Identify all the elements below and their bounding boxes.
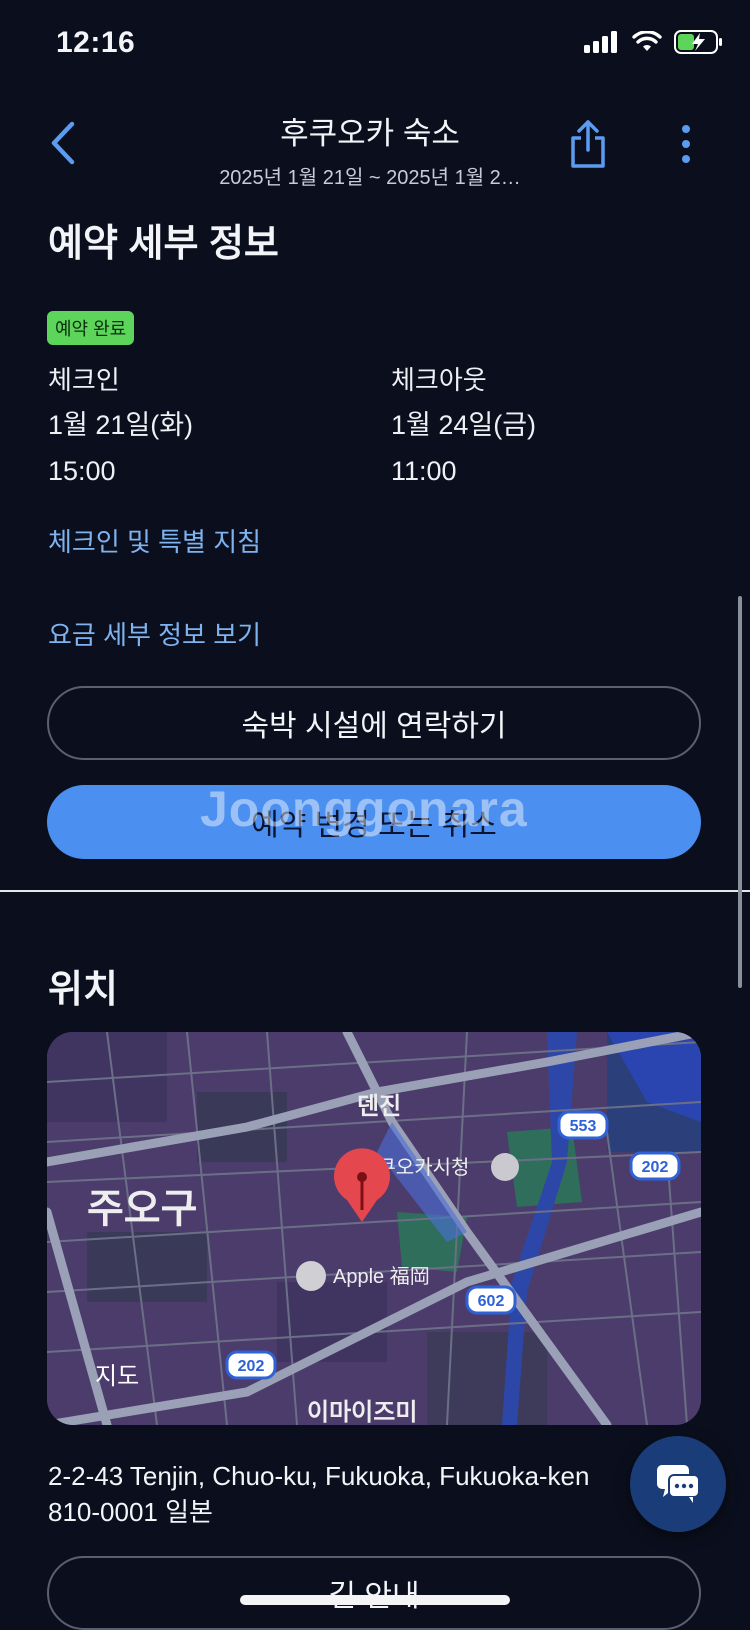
battery-charging-icon	[674, 30, 722, 54]
status-icons	[584, 30, 724, 54]
page-title: 후쿠오카 숙소	[280, 116, 460, 151]
map-label-tenjin: 덴진	[357, 1093, 401, 1120]
svg-text:553: 553	[570, 1118, 597, 1135]
map-label-bottom: 이마이즈미	[307, 1399, 417, 1425]
checkout-date: 1월 24일(금)	[391, 410, 537, 440]
booking-section-title: 예약 세부 정보	[48, 223, 279, 265]
route-202-shield-top: 202	[629, 1151, 681, 1181]
date-range: 2025년 1월 21일 ~ 2025년 1월 2…	[219, 167, 521, 189]
status-badge: 예약 완료	[47, 311, 135, 345]
route-553-shield: 553	[557, 1110, 609, 1140]
apple-poi-icon	[296, 1261, 326, 1291]
scrollbar[interactable]	[738, 596, 742, 988]
chevron-left-icon[interactable]	[44, 118, 84, 168]
svg-text:202: 202	[642, 1159, 669, 1176]
checkin-time: 15:00	[48, 456, 116, 486]
status-time: 12:16	[56, 26, 136, 59]
change-cancel-button[interactable]: 예약 변경 또는 취소	[47, 785, 701, 859]
more-vertical-icon[interactable]	[676, 124, 696, 164]
checkin-label: 체크인	[48, 365, 120, 395]
chat-icon	[657, 1465, 700, 1503]
directions-button[interactable]: 길 안내	[47, 1556, 701, 1630]
contact-property-button[interactable]: 숙박 시설에 연락하기	[47, 686, 701, 760]
home-indicator[interactable]	[240, 1595, 510, 1605]
header-title-block: 후쿠오카 숙소 2025년 1월 21일 ~ 2025년 1월 2…	[200, 108, 540, 190]
address-line-1: 2-2-43 Tenjin, Chuo-ku, Fukuoka, Fukuoka…	[48, 1461, 590, 1491]
wifi-icon	[632, 31, 662, 51]
map-canvas: 553 202 602 202 덴진 후쿠오카시청 주오구 Apple 福岡 이…	[47, 1032, 701, 1425]
map-label-district: 주오구	[87, 1187, 197, 1231]
location-section-title: 위치	[48, 969, 118, 1011]
signal-icon	[584, 31, 617, 53]
svg-text:602: 602	[478, 1293, 505, 1310]
checkout-label: 체크아웃	[391, 365, 487, 395]
maps-brand: 지도	[95, 1363, 139, 1390]
checkout-time: 11:00	[391, 456, 457, 486]
address: 2-2-43 Tenjin, Chuo-ku, Fukuoka, Fukuoka…	[48, 1458, 589, 1530]
chat-button[interactable]	[630, 1436, 726, 1532]
cityhall-icon	[491, 1153, 519, 1181]
checkin-date: 1월 21일(화)	[48, 410, 194, 440]
svg-text:202: 202	[238, 1358, 265, 1375]
section-divider	[0, 890, 750, 892]
map-label-poi: Apple 福岡	[333, 1265, 430, 1288]
price-details-link[interactable]: 요금 세부 정보 보기	[48, 615, 261, 652]
location-map[interactable]: 553 202 602 202 덴진 후쿠오카시청 주오구 Apple 福岡 이…	[47, 1032, 701, 1425]
address-line-2: 810-0001 일본	[48, 1497, 213, 1527]
route-202-shield-bottom: 202	[225, 1350, 277, 1380]
route-602-shield: 602	[465, 1285, 517, 1315]
share-icon[interactable]	[568, 118, 608, 170]
checkin-instructions-link[interactable]: 체크인 및 특별 지침	[48, 522, 261, 559]
